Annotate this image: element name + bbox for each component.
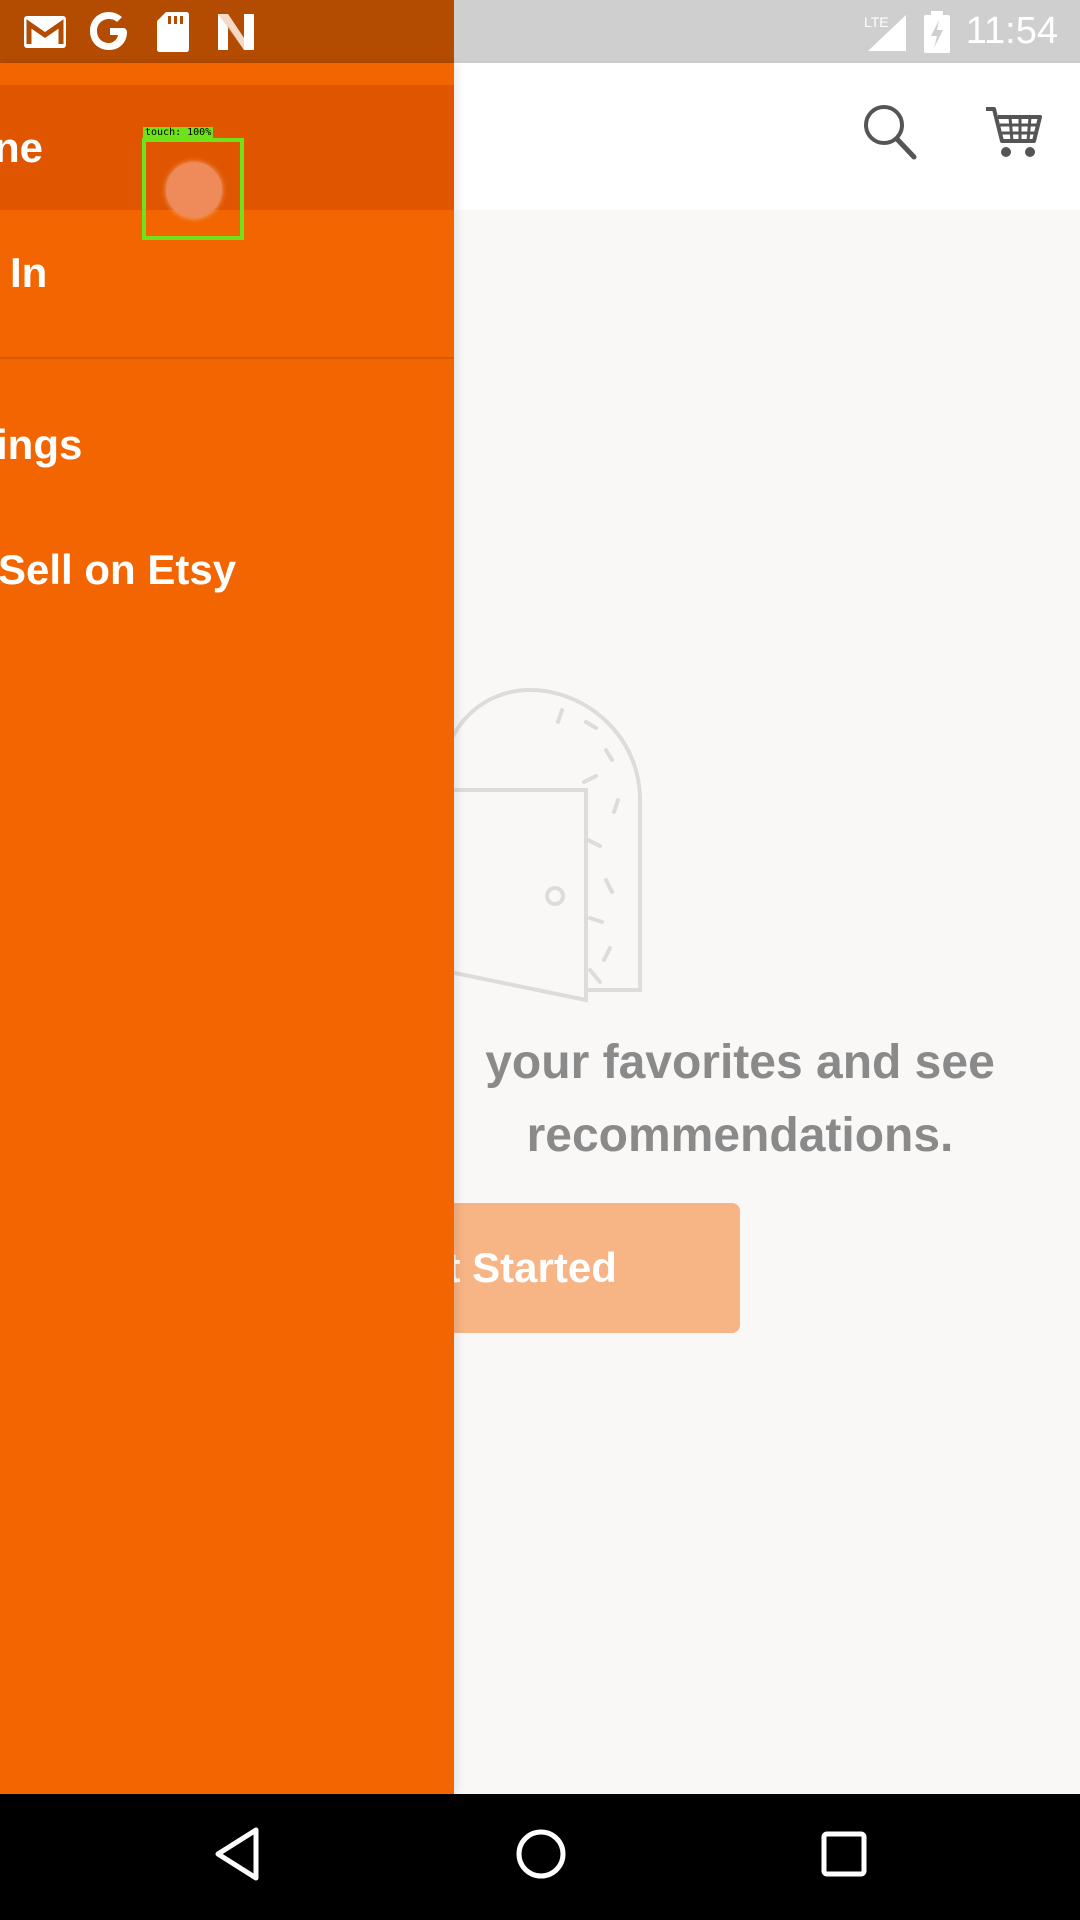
home-icon[interactable] xyxy=(514,1826,568,1882)
drawer-item-settings[interactable]: ings xyxy=(0,382,454,507)
drawer-item-label: ne xyxy=(0,123,44,171)
n-icon xyxy=(218,14,254,50)
back-icon[interactable] xyxy=(212,1826,262,1882)
drawer-item-label: Sell on Etsy xyxy=(0,545,237,593)
drawer-top-strip xyxy=(0,63,454,85)
drawer-item-label: ings xyxy=(0,420,83,468)
navigation-drawer: ne In ings Sell on Etsy xyxy=(0,63,454,1794)
cart-icon[interactable] xyxy=(984,105,1044,161)
sd-card-icon xyxy=(157,12,189,52)
touch-indicator-label: touch: 100% xyxy=(143,127,214,138)
status-bar-system: LTE 11:54 xyxy=(862,0,1080,63)
google-icon xyxy=(90,12,127,50)
empty-state-message: your favorites and see recommendations. xyxy=(485,1036,995,1162)
clock: 11:54 xyxy=(965,10,1058,52)
battery-charging-icon xyxy=(923,10,950,53)
search-icon[interactable] xyxy=(862,103,918,161)
recents-icon[interactable] xyxy=(818,1826,870,1882)
touch-point xyxy=(166,162,222,218)
drawer-item-sell-on-etsy[interactable]: Sell on Etsy xyxy=(0,507,454,632)
navigation-bar xyxy=(0,1794,1080,1920)
drawer-divider xyxy=(0,357,454,359)
signal-icon: LTE xyxy=(864,14,906,51)
drawer-item-label: In xyxy=(10,248,48,296)
status-bar: LTE 11:54 xyxy=(0,0,1080,63)
network-type: LTE xyxy=(864,14,889,30)
status-bar-notifications xyxy=(0,0,454,63)
gmail-icon xyxy=(24,16,66,48)
